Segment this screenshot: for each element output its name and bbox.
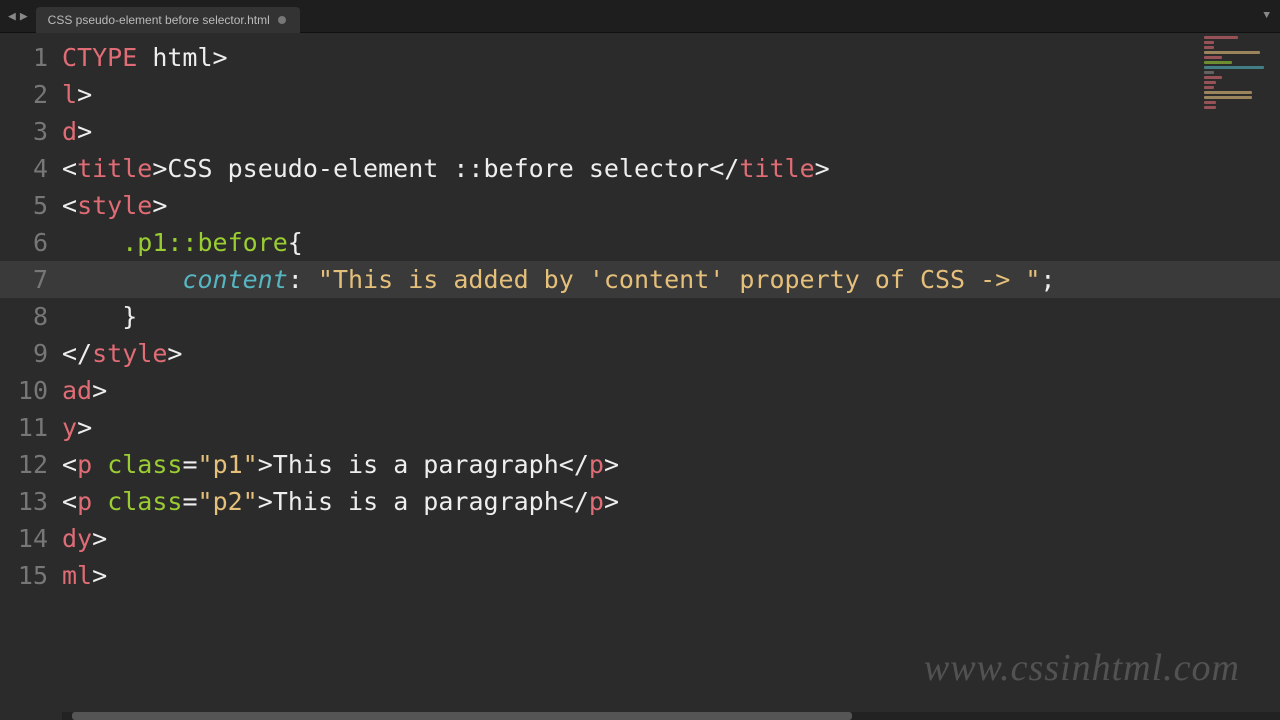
line-number: 3 — [0, 113, 62, 150]
code-line[interactable]: .p1::before{ — [62, 224, 1280, 261]
line-number: 8 — [0, 298, 62, 335]
line-number: 14 — [0, 520, 62, 557]
code-editor[interactable]: CTYPE html>l>d><title>CSS pseudo-element… — [62, 33, 1280, 712]
code-line[interactable]: } — [62, 298, 1280, 335]
line-number: 13 — [0, 483, 62, 520]
tab-filename: CSS pseudo-element before selector.html — [48, 13, 270, 27]
line-number: 11 — [0, 409, 62, 446]
code-line[interactable]: <title>CSS pseudo-element ::before selec… — [62, 150, 1280, 187]
tab-dirty-indicator-icon — [278, 16, 286, 24]
code-line[interactable]: content: "This is added by 'content' pro… — [62, 261, 1280, 298]
line-number: 2 — [0, 76, 62, 113]
code-line[interactable]: l> — [62, 76, 1280, 113]
code-line[interactable]: ad> — [62, 372, 1280, 409]
code-line[interactable]: dy> — [62, 520, 1280, 557]
file-tab[interactable]: CSS pseudo-element before selector.html — [36, 7, 300, 33]
code-line[interactable]: <p class="p2">This is a paragraph</p> — [62, 483, 1280, 520]
line-number: 12 — [0, 446, 62, 483]
nav-arrows: ◀ ▶ — [0, 9, 36, 24]
code-line[interactable]: CTYPE html> — [62, 39, 1280, 76]
nav-back-icon[interactable]: ◀ — [8, 9, 16, 24]
line-number: 6 — [0, 224, 62, 261]
watermark-text: www.cssinhtml.com — [924, 646, 1240, 690]
tab-overflow-icon[interactable]: ▼ — [1263, 10, 1270, 22]
scrollbar-thumb[interactable] — [72, 712, 852, 720]
line-number: 1 — [0, 39, 62, 76]
minimap[interactable] — [1204, 36, 1274, 96]
line-number: 15 — [0, 557, 62, 594]
line-number: 5 — [0, 187, 62, 224]
line-number: 9 — [0, 335, 62, 372]
line-number: 4 — [0, 150, 62, 187]
code-line[interactable]: y> — [62, 409, 1280, 446]
title-bar: ◀ ▶ CSS pseudo-element before selector.h… — [0, 0, 1280, 33]
code-line[interactable]: <p class="p1">This is a paragraph</p> — [62, 446, 1280, 483]
code-line[interactable]: ml> — [62, 557, 1280, 594]
code-line[interactable]: </style> — [62, 335, 1280, 372]
horizontal-scrollbar[interactable] — [62, 712, 1280, 720]
code-line[interactable]: d> — [62, 113, 1280, 150]
line-number: 7 — [0, 261, 62, 298]
editor-area: 123456789101112131415 CTYPE html>l>d><ti… — [0, 33, 1280, 712]
nav-forward-icon[interactable]: ▶ — [20, 9, 28, 24]
line-number-gutter: 123456789101112131415 — [0, 33, 62, 712]
code-line[interactable]: <style> — [62, 187, 1280, 224]
line-number: 10 — [0, 372, 62, 409]
